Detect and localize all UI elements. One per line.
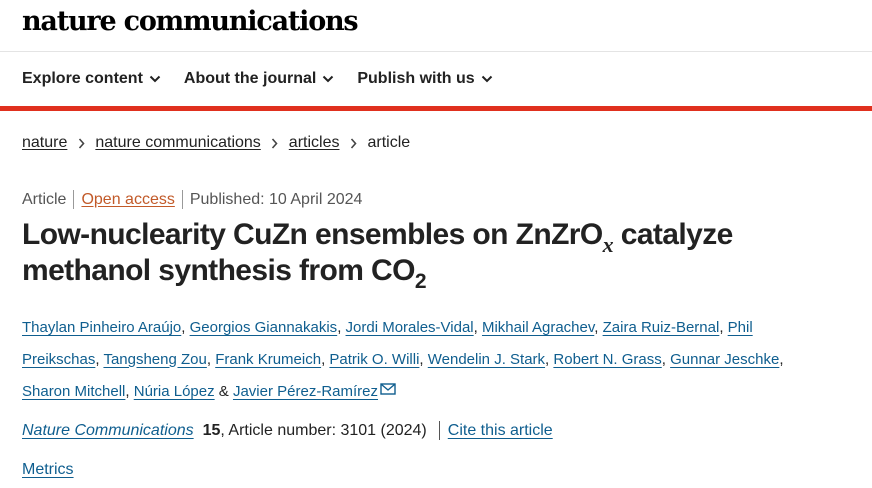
article-meta: Article Open access Published: 10 April … — [22, 190, 362, 209]
meta-divider — [181, 190, 183, 209]
author-link[interactable]: Frank Krumeich — [215, 351, 321, 368]
title-subscript-x: x — [602, 232, 614, 257]
author-link[interactable]: Georgios Giannakakis — [190, 319, 338, 336]
nav-about-the-journal[interactable]: About the journal — [184, 70, 334, 88]
chevron-right-icon — [270, 137, 280, 149]
nav-label: Explore content — [22, 70, 143, 87]
author-separator: , — [181, 319, 190, 336]
author-separator: , — [125, 383, 134, 400]
chevron-down-icon — [481, 73, 493, 85]
author-separator: , — [337, 319, 346, 336]
author-list: Thaylan Pinheiro Araújo, Georgios Gianna… — [22, 312, 822, 408]
author-separator: , — [473, 319, 482, 336]
journal-link[interactable]: Nature Communications — [22, 422, 194, 440]
author-link[interactable]: Patrik O. Willi — [329, 351, 419, 368]
author-link[interactable]: Jordi Morales-Vidal — [346, 319, 474, 336]
author-link[interactable]: Zaira Ruiz-Bernal — [603, 319, 720, 336]
author-separator: , — [719, 319, 728, 336]
author-link[interactable]: Robert N. Grass — [553, 351, 661, 368]
open-access-link[interactable]: Open access — [81, 191, 174, 209]
author-link[interactable]: Núria López — [134, 383, 215, 400]
chevron-down-icon — [322, 73, 334, 85]
title-subscript-2: 2 — [414, 270, 427, 293]
author-separator: , — [594, 319, 603, 336]
published-date: Published: 10 April 2024 — [189, 190, 363, 208]
nav-label: Publish with us — [357, 70, 475, 87]
main-nav: Explore content About the journal Publis… — [22, 70, 493, 88]
meta-divider — [73, 190, 75, 209]
author-link[interactable]: Wendelin J. Stark — [428, 351, 545, 368]
author-separator: , — [206, 350, 216, 368]
envelope-icon[interactable] — [380, 375, 396, 407]
author-separator: , — [419, 350, 428, 368]
volume: 15 — [202, 421, 221, 439]
author-separator: , — [661, 350, 671, 368]
citation-line: Nature Communications 15 , Article numbe… — [22, 421, 553, 440]
author-link[interactable]: Tangsheng Zou — [103, 351, 206, 368]
header-divider — [0, 51, 872, 52]
author-link[interactable]: Thaylan Pinheiro Araújo — [22, 319, 181, 336]
author-link[interactable]: Sharon Mitchell — [22, 383, 125, 400]
chevron-down-icon — [149, 73, 161, 85]
title-text-1: Low-nuclearity CuZn ensembles on ZnZrO — [22, 218, 603, 251]
article-title: Low-nuclearity CuZn ensembles on ZnZrOx … — [22, 217, 842, 292]
nav-label: About the journal — [183, 70, 317, 87]
author-separator: , — [779, 350, 784, 368]
article-number: , Article number: 3101 (2024) — [220, 421, 427, 439]
chevron-right-icon — [348, 137, 358, 149]
accent-bar — [0, 106, 872, 111]
author-link[interactable]: Gunnar Jeschke — [670, 351, 779, 368]
citation-divider — [438, 421, 440, 440]
breadcrumb-nature-communications[interactable]: nature communications — [95, 134, 260, 152]
cite-this-article-link[interactable]: Cite this article — [448, 422, 553, 440]
chevron-right-icon — [76, 137, 86, 149]
nav-publish-with-us[interactable]: Publish with us — [357, 70, 492, 88]
metrics-link[interactable]: Metrics — [22, 461, 74, 479]
site-logo[interactable]: nature communications — [22, 6, 359, 37]
nav-explore-content[interactable]: Explore content — [22, 70, 161, 88]
breadcrumb-articles[interactable]: articles — [289, 134, 340, 152]
author-link[interactable]: Javier Pérez-Ramírez — [233, 383, 378, 400]
breadcrumb-current: article — [367, 134, 411, 151]
breadcrumb-nature[interactable]: nature — [22, 134, 67, 152]
author-and: & — [214, 383, 233, 400]
breadcrumb: nature nature communications articles ar… — [22, 134, 410, 152]
author-link[interactable]: Mikhail Agrachev — [482, 319, 594, 336]
article-type: Article — [22, 190, 67, 208]
